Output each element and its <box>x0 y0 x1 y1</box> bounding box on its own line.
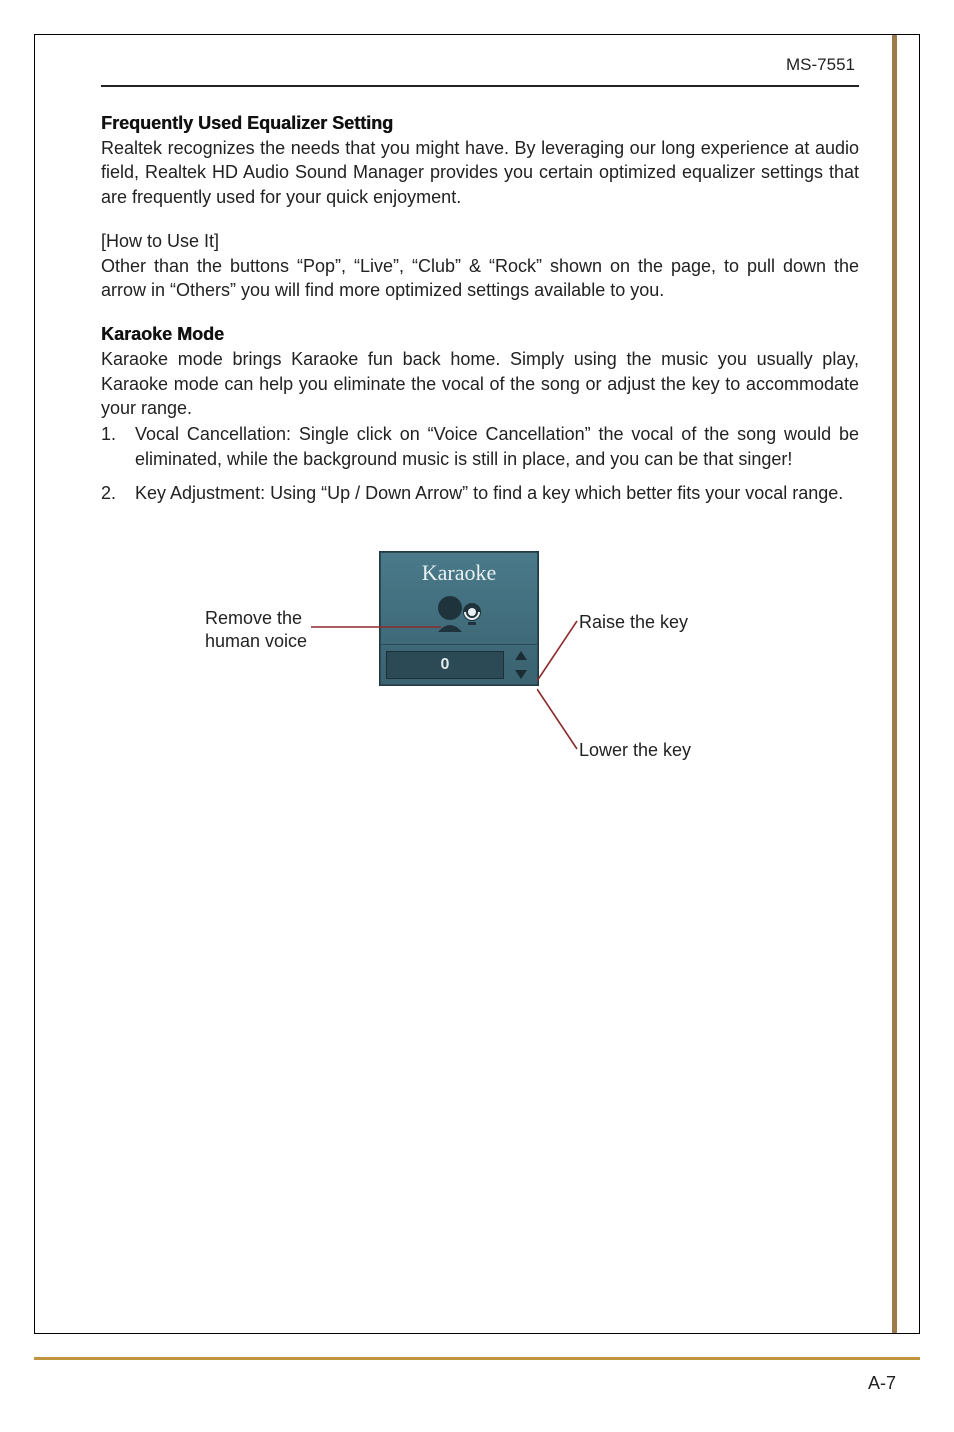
footer-divider <box>34 1357 920 1360</box>
karaoke-list: Vocal Cancellation: Single click on “Voi… <box>101 422 859 505</box>
list-item: Key Adjustment: Using “Up / Down Arrow” … <box>101 481 859 505</box>
leader-line-lower <box>537 671 597 771</box>
key-stepper <box>510 651 532 679</box>
accent-bar <box>892 35 897 1333</box>
content-area: MS-7551 Frequently Used Equalizer Settin… <box>101 55 859 811</box>
page-frame: MS-7551 Frequently Used Equalizer Settin… <box>34 34 920 1334</box>
key-value: 0 <box>386 651 504 679</box>
karaoke-diagram: Karaoke 0 <box>101 551 859 811</box>
model-number: MS-7551 <box>101 55 859 85</box>
key-down-button[interactable] <box>515 670 527 679</box>
eq-section-body: Realtek recognizes the needs that you mi… <box>101 136 859 209</box>
eq-section-title: Frequently Used Equalizer Setting <box>101 113 859 134</box>
key-adjust-row: 0 <box>380 644 538 685</box>
leader-line-left <box>311 617 441 637</box>
key-up-button[interactable] <box>515 651 527 660</box>
karaoke-section-title: Karaoke Mode <box>101 324 859 345</box>
page-number: A-7 <box>868 1373 896 1394</box>
howto-body: Other than the buttons “Pop”, “Live”, “C… <box>101 254 859 303</box>
header-divider <box>101 85 859 87</box>
karaoke-section-body: Karaoke mode brings Karaoke fun back hom… <box>101 347 859 420</box>
howto-label: [How to Use It] <box>101 231 859 252</box>
list-item: Vocal Cancellation: Single click on “Voi… <box>101 422 859 471</box>
karaoke-panel-title: Karaoke <box>380 552 538 592</box>
